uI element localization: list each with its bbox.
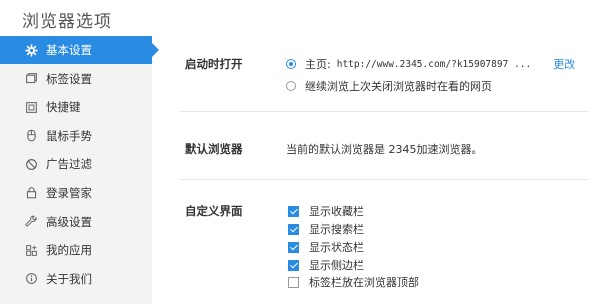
sidebar-item-label: 广告过滤	[46, 157, 92, 172]
interface-title: 自定义界面	[185, 204, 243, 218]
show-status-option[interactable]: 显示状态栏	[288, 239, 364, 255]
sidebar-item-shortcuts[interactable]: 快捷键	[0, 93, 152, 121]
window-title: 浏览器选项	[22, 12, 112, 32]
startup-section-title: 启动时打开	[185, 57, 243, 71]
gear-icon	[24, 43, 38, 57]
sidebar-item-label: 标签设置	[46, 71, 92, 86]
tabs-on-top-checkbox[interactable]	[288, 276, 299, 288]
wrench-icon	[24, 215, 38, 229]
apps-icon	[24, 243, 38, 257]
show-search-option[interactable]: 显示搜索栏	[288, 221, 364, 237]
sidebar-item-basic[interactable]: 基本设置	[0, 36, 159, 64]
show-favorites-option[interactable]: 显示收藏栏	[288, 203, 364, 219]
sidebar-item-label: 登录管家	[46, 185, 92, 200]
tabs-on-top-option[interactable]: 标签栏放在浏览器顶部	[288, 274, 419, 290]
sidebar-item-mouse-gestures[interactable]: 鼠标手势	[0, 122, 152, 150]
show-status-label: 显示状态栏	[309, 241, 364, 254]
mouse-icon	[24, 129, 38, 143]
sidebar-item-tabs[interactable]: 标签设置	[0, 65, 152, 93]
section-divider	[180, 111, 588, 112]
shortcut-icon	[24, 100, 38, 114]
sidebar-item-label: 快捷键	[46, 100, 81, 115]
restore-session-option[interactable]: 继续浏览上次关闭浏览器时在看的网页	[286, 78, 492, 94]
show-sidebar-label: 显示侧边栏	[309, 259, 364, 272]
section-divider	[180, 179, 588, 180]
sidebar-item-my-apps[interactable]: 我的应用	[0, 236, 152, 264]
sidebar-item-label: 关于我们	[46, 271, 92, 286]
default-browser-text: 当前的默认浏览器是 2345加速浏览器。	[286, 143, 483, 156]
tabs-on-top-label: 标签栏放在浏览器顶部	[309, 276, 419, 289]
sidebar-item-label: 我的应用	[46, 243, 92, 258]
sidebar-item-advanced[interactable]: 高级设置	[0, 208, 152, 236]
change-homepage-link[interactable]: 更改	[553, 56, 575, 72]
sidebar-item-about[interactable]: 关于我们	[0, 265, 152, 293]
info-icon	[24, 272, 38, 286]
show-search-checkbox[interactable]	[288, 223, 299, 235]
default-browser-title: 默认浏览器	[185, 142, 243, 156]
homepage-option[interactable]: 主页: http://www.2345.com/?k15907897 ... 更…	[286, 56, 575, 72]
show-status-checkbox[interactable]	[288, 241, 299, 253]
show-sidebar-option[interactable]: 显示侧边栏	[288, 257, 364, 273]
show-sidebar-checkbox[interactable]	[288, 259, 299, 271]
homepage-label: 主页:	[305, 58, 331, 71]
sidebar-item-login-manager[interactable]: 登录管家	[0, 179, 152, 207]
homepage-url: http://www.2345.com/?k15907897 ...	[336, 58, 532, 70]
sidebar-item-label: 高级设置	[46, 214, 92, 229]
sidebar-item-ad-filter[interactable]: 广告过滤	[0, 150, 152, 178]
homepage-radio[interactable]	[286, 59, 296, 69]
show-favorites-label: 显示收藏栏	[309, 205, 364, 218]
sidebar-item-label: 基本设置	[46, 43, 92, 57]
sidebar-item-label: 鼠标手势	[46, 128, 92, 143]
sidebar: 基本设置 标签设置 快捷键 鼠标手势 广告过滤 登录管家 高级设置 我的应用 关…	[0, 36, 159, 304]
show-search-label: 显示搜索栏	[309, 223, 364, 236]
restore-session-label: 继续浏览上次关闭浏览器时在看的网页	[305, 80, 492, 93]
lock-icon	[24, 186, 38, 200]
block-icon	[24, 157, 38, 171]
settings-panel: 启动时打开 主页: http://www.2345.com/?k15907897…	[152, 36, 600, 304]
tabs-icon	[24, 72, 38, 86]
restore-session-radio[interactable]	[286, 81, 296, 91]
show-favorites-checkbox[interactable]	[288, 205, 299, 217]
